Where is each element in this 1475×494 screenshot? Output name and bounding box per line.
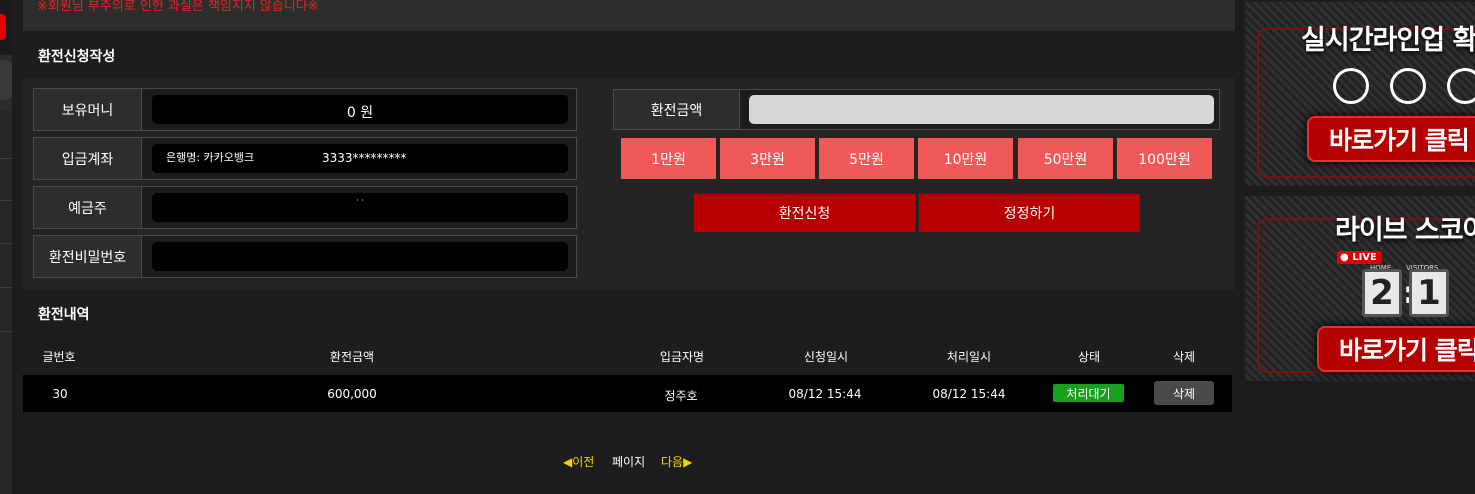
prev-page-link[interactable]: ◀이전 bbox=[563, 453, 594, 470]
quick-amount-5[interactable]: 5만원 bbox=[819, 138, 914, 179]
page-label: 페이지 bbox=[612, 455, 646, 469]
account-label: 입금계좌 bbox=[34, 138, 142, 179]
live-badge: ● LIVE bbox=[1337, 251, 1382, 264]
balance-row: 보유머니 0 원 bbox=[33, 88, 577, 131]
notice-bar: ※회원님 부주의로 인한 과실은 책임지지 않습니다※ bbox=[23, 0, 1235, 31]
balance-value: 0 원 bbox=[346, 105, 374, 121]
balance-label: 보유머니 bbox=[34, 89, 142, 130]
row-depositor: 정주호 bbox=[664, 389, 698, 403]
basketball-icon bbox=[1447, 68, 1475, 104]
side-panel bbox=[0, 110, 12, 494]
holder-label: 예금주 bbox=[34, 187, 142, 228]
quick-amount-1[interactable]: 1만원 bbox=[621, 138, 716, 179]
home-score: 2 bbox=[1362, 269, 1402, 317]
col-status: 상태 bbox=[1077, 350, 1101, 364]
quick-amount-10[interactable]: 10만원 bbox=[918, 138, 1013, 179]
row-processed: 08/12 15:44 bbox=[932, 387, 1006, 401]
account-field: 은행명: 카카오뱅크 3333********* bbox=[152, 144, 568, 173]
account-bank: 은행명: 카카오뱅크 bbox=[166, 151, 255, 164]
status-badge: 처리대기 bbox=[1053, 384, 1124, 402]
col-depositor: 입금자명 bbox=[659, 350, 705, 364]
delete-button[interactable]: 삭제 bbox=[1154, 381, 1214, 405]
col-processed: 처리일시 bbox=[946, 350, 992, 364]
reset-button[interactable]: 정정하기 bbox=[919, 194, 1140, 232]
password-row: 환전비밀번호 bbox=[33, 235, 577, 278]
account-number: 3333********* bbox=[322, 151, 407, 165]
quick-amount-100[interactable]: 100만원 bbox=[1117, 138, 1212, 179]
lineup-banner[interactable]: 실시간라인업 확 바로가기 클릭 bbox=[1245, 2, 1475, 186]
volleyball-icon bbox=[1333, 68, 1369, 104]
away-score: 1 bbox=[1409, 269, 1449, 317]
table-row: 30 600,000 정주호 08/12 15:44 08/12 15:44 bbox=[23, 375, 1232, 412]
form-title: 환전신청작성 bbox=[38, 49, 116, 65]
side-tab-active[interactable] bbox=[0, 0, 12, 55]
row-amount: 600,000 bbox=[327, 387, 377, 401]
col-delete: 삭제 bbox=[1172, 350, 1196, 364]
amount-input[interactable] bbox=[749, 95, 1214, 124]
next-page-link[interactable]: 다음▶ bbox=[661, 453, 692, 470]
col-requested: 신청일시 bbox=[803, 350, 849, 364]
quick-amount-50[interactable]: 50만원 bbox=[1018, 138, 1113, 179]
holder-field: · · bbox=[152, 193, 568, 222]
holder-row: 예금주 · · bbox=[33, 186, 577, 229]
submit-button[interactable]: 환전신청 bbox=[694, 194, 915, 232]
quick-amount-3[interactable]: 3만원 bbox=[720, 138, 815, 179]
col-no: 글번호 bbox=[42, 350, 76, 364]
livescore-go-button[interactable]: 바로가기 클릭 bbox=[1317, 326, 1475, 372]
account-row: 입금계좌 은행명: 카카오뱅크 3333********* bbox=[33, 137, 577, 180]
lineup-go-button[interactable]: 바로가기 클릭 bbox=[1307, 116, 1475, 162]
side-tabs bbox=[0, 0, 12, 494]
lineup-banner-title: 실시간라인업 확 bbox=[1301, 25, 1475, 56]
soccer-ball-icon bbox=[1390, 68, 1426, 104]
balance-field: 0 원 bbox=[152, 95, 568, 124]
livescore-banner-title: 라이브 스코어 bbox=[1335, 215, 1475, 246]
password-input[interactable] bbox=[152, 242, 568, 271]
holder-value: · · bbox=[356, 196, 364, 205]
amount-label: 환전금액 bbox=[614, 90, 740, 129]
amount-row: 환전금액 bbox=[613, 89, 1220, 130]
notice-text: ※회원님 부주의로 인한 과실은 책임지지 않습니다※ bbox=[37, 0, 319, 14]
history-title: 환전내역 bbox=[38, 307, 90, 323]
password-label: 환전비밀번호 bbox=[34, 236, 142, 277]
side-tab[interactable] bbox=[0, 60, 12, 100]
row-no: 30 bbox=[52, 387, 68, 401]
row-requested: 08/12 15:44 bbox=[788, 387, 862, 401]
history-header: 글번호 환전금액 입금자명 신청일시 처리일시 상태 삭제 bbox=[23, 336, 1232, 374]
col-amount: 환전금액 bbox=[329, 350, 375, 364]
